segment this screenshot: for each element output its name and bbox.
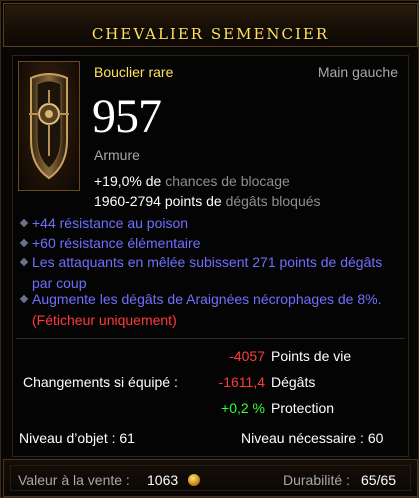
affix-text: +44 résistance au poison bbox=[32, 215, 189, 231]
item-rarity-type: Bouclier rare bbox=[94, 64, 174, 80]
blocked-damage-value: 1960-2794 points de bbox=[94, 193, 222, 209]
damage-change-value: -1611,4 bbox=[218, 374, 265, 390]
class-restriction: (Féticheur uniquement) bbox=[32, 312, 177, 328]
affix-melee-thorns: Les attaquants en mêlée subissent 271 po… bbox=[19, 252, 405, 294]
affix-bullet-icon bbox=[19, 257, 29, 267]
armor-value: 957 bbox=[92, 90, 162, 143]
required-level: Niveau nécessaire : 60 bbox=[241, 430, 384, 446]
affix-poison-resistance: +44 résistance au poison bbox=[19, 213, 405, 234]
item-name: CHEVALIER SEMENCIER bbox=[91, 25, 330, 43]
damage-change-label: Dégâts bbox=[271, 374, 316, 390]
divider bbox=[16, 338, 405, 339]
sell-value: 1063 bbox=[147, 472, 179, 488]
affix-text: +60 résistance élémentaire bbox=[32, 235, 201, 251]
life-change-value: -4057 bbox=[229, 348, 265, 364]
block-chance-value: +19,0% de bbox=[94, 173, 162, 189]
blocked-damage-stat: 1960-2794 points de dégâts bloqués bbox=[94, 193, 321, 209]
armor-label: Armure bbox=[94, 147, 140, 163]
durability-label: Durabilité : bbox=[283, 472, 350, 488]
life-change-label: Points de vie bbox=[271, 348, 352, 364]
affix-spider-damage: Augmente les dégâts de Araignées nécroph… bbox=[19, 289, 405, 331]
shield-icon bbox=[18, 61, 80, 191]
affix-bullet-icon bbox=[19, 238, 29, 248]
tooltip-header: CHEVALIER SEMENCIER bbox=[3, 3, 418, 47]
changes-label: Changements si équipé : bbox=[23, 374, 178, 390]
blocked-damage-label: dégâts bloqués bbox=[225, 193, 321, 209]
item-level: Niveau d’objet : 61 bbox=[19, 430, 135, 446]
affix-bullet-icon bbox=[19, 294, 29, 304]
protection-change-value: +0,2 % bbox=[221, 400, 265, 416]
affix-text: Augmente les dégâts de Araignées nécroph… bbox=[32, 291, 382, 307]
block-chance-stat: +19,0% de chances de blocage bbox=[94, 173, 290, 189]
affix-text: Les attaquants en mêlée subissent 271 po… bbox=[32, 254, 383, 291]
gold-coin-icon bbox=[188, 474, 200, 486]
affix-elemental-resistance: +60 résistance élémentaire bbox=[19, 233, 405, 254]
affix-bullet-icon bbox=[19, 218, 29, 228]
durability-value: 65/65 bbox=[361, 472, 397, 488]
item-slot: Main gauche bbox=[317, 64, 398, 80]
protection-change-label: Protection bbox=[271, 400, 335, 416]
block-chance-label: chances de blocage bbox=[165, 173, 290, 189]
item-tooltip: CHEVALIER SEMENCIER Bouclier rare Main g… bbox=[0, 0, 419, 498]
sell-value-label: Valeur à la vente : bbox=[18, 472, 130, 488]
